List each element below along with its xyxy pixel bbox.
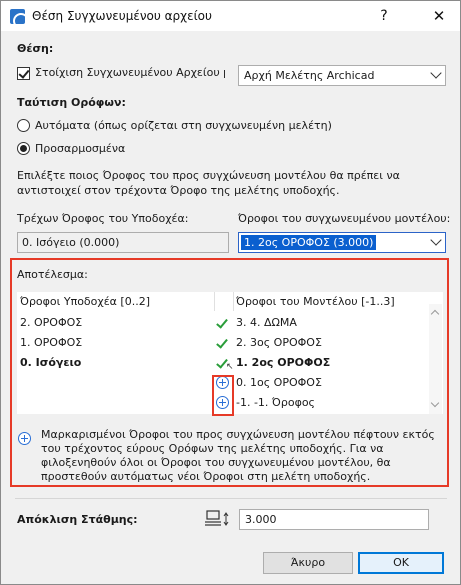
help-button[interactable]: ? [374, 6, 394, 26]
chevron-down-icon [430, 234, 442, 246]
align-checkbox-label: Στοίχιση Συγχωνευμένου Αρχείου με: [35, 66, 225, 79]
model-floor-cell: 2. 3ος ΟΡΟΦΟΣ [236, 336, 322, 349]
level-offset-icon [205, 510, 229, 526]
model-floors-column-header: Όροφοι του Μοντέλου [-1..3] [236, 295, 395, 308]
table-row[interactable]: 2. ΟΡΟΦΟΣ 3. 4. ΔΩΜΑ [17, 313, 429, 333]
column-divider [214, 292, 215, 311]
radio-automatic[interactable] [17, 119, 30, 132]
check-icon [216, 317, 228, 329]
radio-automatic-label: Αυτόματα (όπως ορίζεται στη συγχωνευμένη… [35, 119, 332, 132]
elevation-offset-input[interactable]: 3.000 [239, 509, 429, 530]
ok-button[interactable]: OK [358, 552, 444, 574]
table-header: Όροφοι Υποδοχέα [0..2] Όροφοι του Μοντέλ… [17, 292, 443, 311]
current-pointer-icon: ↖ [226, 362, 234, 372]
dialog-title: Θέση Συγχωνευμένου αρχείου [32, 9, 212, 23]
divider [15, 498, 447, 499]
align-origin-dropdown[interactable]: Αρχή Μελέτης Archicad [238, 65, 446, 86]
elevation-offset-label: Απόκλιση Στάθμης: [17, 513, 138, 526]
title-bar: Θέση Συγχωνευμένου αρχείου ? ✕ [1, 1, 460, 31]
table-row[interactable]: 1. ΟΡΟΦΟΣ 2. 3ος ΟΡΟΦΟΣ [17, 333, 429, 353]
column-divider [233, 292, 234, 311]
merged-floor-dropdown[interactable]: 1. 2ος ΟΡΟΦΟΣ (3.000) [238, 232, 446, 253]
new-floors-highlight-frame [212, 375, 234, 416]
table-scrollbar[interactable] [429, 304, 442, 414]
merged-floor-value: 1. 2ος ΟΡΟΦΟΣ (3.000) [241, 235, 377, 250]
dialog-window: Θέση Συγχωνευμένου αρχείου ? ✕ Θέση: Στο… [0, 0, 461, 585]
add-floor-info-icon [18, 432, 31, 445]
host-floor-value: 0. Ισόγειο (0.000) [22, 236, 120, 249]
host-floor-cell: 1. ΟΡΟΦΟΣ [20, 336, 83, 349]
table-row-current[interactable]: 0. Ισόγειο ↖ 1. 2ος ΟΡΟΦΟΣ [17, 353, 429, 373]
host-floor-label: Τρέχων Όροφος του Υποδοχέα: [17, 212, 189, 225]
cancel-button[interactable]: Άκυρο [263, 552, 353, 574]
scroll-up-icon[interactable] [430, 309, 440, 319]
radio-custom[interactable] [17, 142, 30, 155]
model-floor-cell: 3. 4. ΔΩΜΑ [236, 316, 297, 329]
host-floor-cell: 0. Ισόγειο [20, 356, 82, 369]
model-floor-cell: 0. 1ος ΟΡΟΦΟΣ [236, 376, 322, 389]
model-floor-cell: 1. 2ος ΟΡΟΦΟΣ [236, 356, 331, 369]
merged-floor-label: Όροφοι του συγχωνευμένου μοντέλου: [238, 212, 451, 225]
align-checkbox[interactable] [17, 67, 30, 80]
host-floor-field: 0. Ισόγειο (0.000) [17, 232, 229, 253]
host-floor-cell: 2. ΟΡΟΦΟΣ [20, 316, 83, 329]
model-floor-cell: -1. -1. Όροφος [236, 396, 316, 409]
close-button[interactable]: ✕ [429, 6, 449, 26]
result-info-text: Μαρκαρισμένοι Όροφοι του προς συγχώνευση… [41, 428, 435, 483]
radio-custom-label: Προσαρμοσμένα [35, 142, 126, 155]
archicad-app-icon [10, 9, 25, 24]
position-section-label: Θέση: [17, 42, 54, 55]
floor-mapping-section-label: Ταύτιση Ορόφων: [17, 96, 126, 109]
check-icon [216, 337, 228, 349]
result-section-label: Αποτέλεσμα: [17, 268, 88, 281]
elevation-offset-value: 3.000 [245, 513, 277, 526]
scroll-down-icon[interactable] [430, 398, 440, 408]
chevron-down-icon [430, 67, 442, 79]
mapping-instructions: Επιλέξτε ποιος Όροφος του προς συγχώνευσ… [17, 169, 400, 197]
host-floors-column-header: Όροφοι Υποδοχέα [0..2] [20, 295, 151, 308]
align-origin-value: Αρχή Μελέτης Archicad [244, 69, 375, 82]
